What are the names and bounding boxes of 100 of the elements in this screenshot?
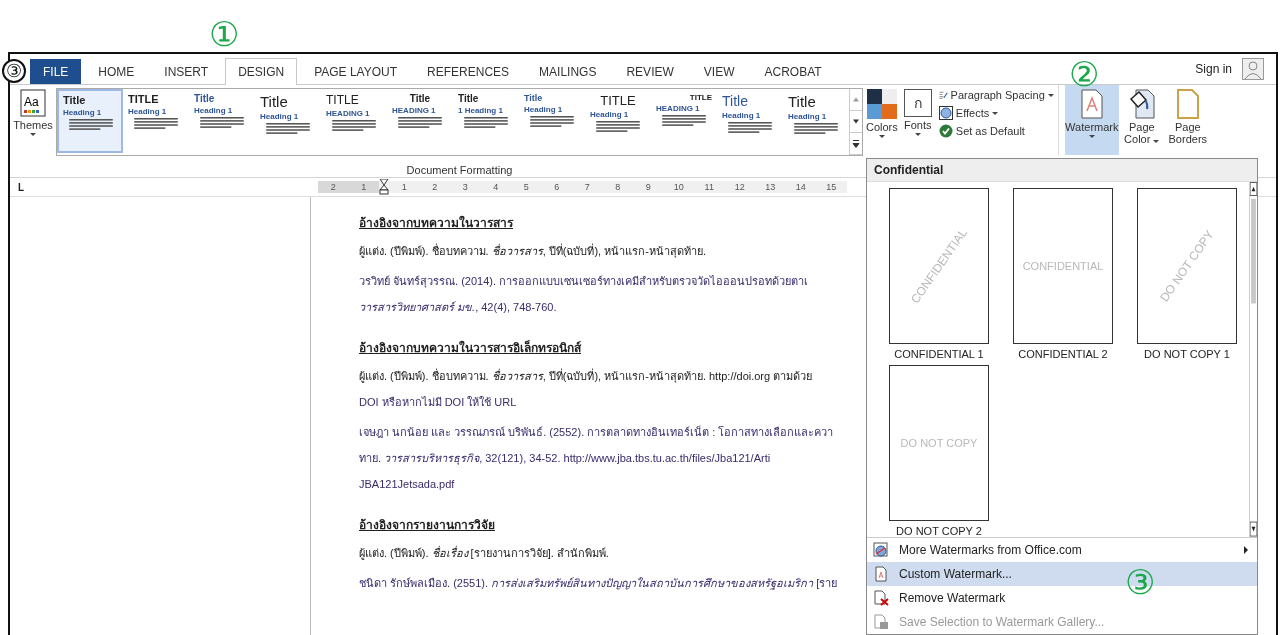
sign-in-link[interactable]: Sign in (1195, 62, 1232, 76)
thumbnail-title: Title (788, 93, 817, 110)
thumbnail-title: TITLE (326, 93, 360, 107)
thumbnail-heading: Heading 1 (722, 111, 762, 120)
citation-format-text: ผู้แต่ง. (ปีพิมพ์). ชื่อเรื่อง [รายงานการวิจัย]. สำนักพิมพ์. (359, 544, 609, 562)
page-delete-icon (873, 590, 889, 606)
button-label: Page Borders (1167, 121, 1208, 145)
style-set-thumbnail[interactable]: Title Heading 1 (57, 89, 123, 153)
paragraph-spacing-button[interactable]: Paragraph Spacing (938, 88, 1054, 102)
ribbon-tab[interactable]: MAILINGS (526, 59, 610, 84)
watermark-option-label: CONFIDENTIAL 1 (894, 348, 984, 360)
watermark-option-label: DO NOT COPY 2 (896, 524, 982, 537)
watermark-button[interactable]: Watermark (1064, 85, 1119, 155)
ribbon-tab[interactable]: INSERT (151, 59, 222, 84)
caret-icon (992, 111, 999, 115)
thumbnail-heading: Heading 1 (524, 105, 564, 114)
annotation-marker: ① (208, 14, 240, 54)
color-swatch-icon (866, 89, 897, 119)
ribbon-tab[interactable]: DESIGN (225, 58, 298, 85)
ruler-number: 11 (703, 182, 715, 192)
caret-icon (1153, 140, 1160, 143)
indent-marker-icon[interactable] (379, 179, 389, 195)
watermark-option-label: CONFIDENTIAL 2 (1018, 348, 1108, 360)
colors-button[interactable]: Colors (863, 85, 901, 155)
ruler-number: 15 (825, 182, 838, 192)
thumbnail-title: Title (194, 93, 216, 104)
ruler-number: 2 (431, 182, 439, 192)
ribbon-tab[interactable]: VIEW (690, 59, 748, 84)
ruler-number: 4 (492, 182, 500, 192)
ruler-number: 3 (461, 182, 469, 192)
themes-icon: Aa (20, 89, 46, 117)
ribbon-tab[interactable]: FILE (30, 59, 82, 84)
reference-text: ชนิดา รักษ์พลเมือง. (2551). การส่งเสริมทรัพย์สินทางปัญญาในสถาบันการศึกษาของสหรัฐอเมริกา [ราย (359, 576, 838, 592)
fonts-button[interactable]: ก Fonts (900, 85, 935, 155)
ribbon-tab[interactable]: HOME (85, 59, 148, 84)
watermark-text: CONFIDENTIAL (1022, 260, 1104, 272)
citation-format-text: ผู้แต่ง. (ปีพิมพ์). ชื่อบทความ. ชื่อวารสาร, ปีที่(ฉบับที่), หน้าแรก-หน้าสุดท้าย. http://doi.org ตามด้วย (359, 367, 813, 385)
reference-text: JBA121Jetsada.pdf (359, 477, 455, 492)
ruler-number: 14 (794, 182, 807, 192)
caret-icon (1047, 93, 1054, 97)
check-circle-icon (938, 124, 953, 138)
reference-text: วารสารวิทยาศาสตร์ มข., 42(4), 748-760. (359, 300, 557, 315)
thumbnail-title: Title (63, 94, 87, 106)
page-color-button[interactable]: Page Color (1118, 85, 1165, 155)
submenu-arrow-icon (1243, 546, 1249, 554)
themes-button[interactable]: Aa Themes (10, 85, 56, 177)
thumbnail-heading: Heading 1 (194, 106, 234, 115)
thumbnail-heading: HEADING 1 (392, 106, 437, 115)
thumbnail-title: TITLE (688, 93, 712, 102)
font-preview-glyph: ก (903, 89, 932, 117)
group-label: Document Formatting (405, 163, 514, 176)
set-as-default-button[interactable]: Set as Default (938, 124, 1054, 138)
page-borders-button[interactable]: Page Borders (1164, 85, 1211, 155)
thumbnail-heading: 1 Heading 1 (458, 106, 504, 115)
ribbon-tab[interactable]: PAGE LAYOUT (301, 59, 411, 84)
citation-format-text: ผู้แต่ง. (ปีพิมพ์). ชื่อบทความ. ชื่อวารสาร, ปีที่(ฉบับที่), หน้าแรก-หน้าสุดท้าย. (359, 242, 706, 260)
thumbnail-title: Title (260, 93, 289, 110)
ribbon-tab[interactable]: REFERENCES (414, 59, 523, 84)
thumbnail-title: TITLE (128, 93, 160, 105)
watermark-option[interactable]: CONFIDENTIAL CONFIDENTIAL 2 (1001, 188, 1125, 361)
thumbnail-heading: Heading 1 (260, 112, 300, 121)
ruler-number: 8 (614, 182, 622, 192)
thumbnail-heading: HEADING 1 (326, 109, 371, 118)
effects-button[interactable]: Effects (938, 106, 1054, 120)
watermark-option[interactable]: DO NOT COPY DO NOT COPY 2 (877, 364, 1001, 537)
caret-icon (1088, 135, 1095, 138)
ruler-number: 10 (672, 182, 685, 192)
ruler-number: 12 (733, 182, 746, 192)
tab-selector[interactable]: L (18, 181, 318, 193)
ribbon-tab[interactable]: REVIEW (613, 59, 687, 84)
watermark-text: DO NOT COPY (900, 436, 978, 449)
section-heading: อ้างอิงจากบทความในวารสารอิเล็กทรอนิกส์ (359, 339, 581, 357)
thumbnail-heading: Heading 1 (788, 112, 828, 121)
thumbnail-heading: Heading 1 (128, 107, 168, 116)
caret-icon (30, 133, 36, 136)
menu-item[interactable]: More Watermarks from Office.com (867, 538, 1257, 562)
button-label: Page Color (1121, 121, 1162, 145)
reference-text: ทาย. วารสารบริหารธุรกิจ, 32(121), 34-52. http://www.jba.tbs.tu.ac.th/files/Jba121/Arti (359, 451, 771, 467)
page-icon (873, 566, 889, 582)
thumbnail-heading: HEADING 1 (656, 104, 701, 113)
menu-section-header: Confidential (867, 159, 1257, 182)
annotation-marker: ③ (2, 59, 26, 83)
scrollbar-drawing[interactable] (1249, 182, 1257, 537)
reference-text: DOI หรือหากไม่มี DOI ให้ใช้ URL (359, 395, 517, 410)
section-heading: อ้างอิงจากรายงานการวิจัย (359, 517, 495, 534)
thumbnail-heading: Heading 1 (63, 108, 103, 117)
globe-page-icon (873, 542, 889, 558)
section-heading: อ้างอิงจากบทความในวารสาร (359, 214, 513, 232)
ruler-number: 1 (400, 182, 408, 192)
ruler-number: 9 (644, 182, 652, 192)
ribbon-tab[interactable]: ACROBAT (751, 59, 835, 84)
ruler-number: 5 (522, 182, 530, 192)
thumbnail-title: Title (458, 93, 480, 104)
ruler-number: 2 (329, 182, 337, 192)
ruler-number: 13 (764, 182, 777, 192)
user-silhouette-icon[interactable] (1242, 58, 1264, 80)
watermark-page-icon (1079, 89, 1104, 119)
ruler-number: 1 (360, 182, 368, 192)
ruler-number: 7 (583, 182, 591, 192)
reference-text: วรวิทย์ จันทร์สุวรรณ. (2014). การออกแบบเซนเซอร์ทางเคมีสำหรับตรวจวัดไอออนปรอทด้วยตาเ (359, 274, 809, 290)
